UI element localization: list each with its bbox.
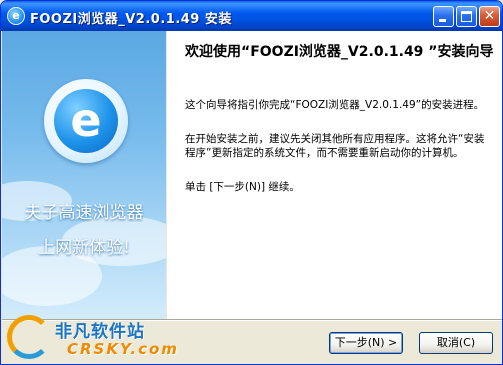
browser-logo: e (44, 79, 128, 163)
close-icon: ✕ (483, 8, 496, 24)
app-icon-letter: e (12, 9, 20, 22)
window-title: FOOZI浏览器_V2.0.1.49 安装 (30, 12, 232, 27)
app-icon: e (7, 7, 25, 25)
browser-logo-letter: e (70, 93, 102, 147)
side-banner: e 夫子高速浏览器 上网新体验! (2, 31, 166, 319)
maximize-icon (461, 11, 472, 22)
minimize-button[interactable] (433, 6, 454, 27)
watermark-cn-text: 非凡软件站 (55, 322, 145, 342)
watermark-en-text: CRSKY.com (67, 340, 179, 358)
cancel-button[interactable]: 取消(C) (419, 332, 493, 354)
crsky-watermark: 非凡软件站 CRSKY.com (7, 313, 177, 363)
installer-window: e FOOZI浏览器_V2.0.1.49 安装 ✕ e 夫子高速浏览器 上网新体… (0, 0, 503, 365)
minimize-icon (439, 19, 446, 22)
next-button[interactable]: 下一步(N) > (329, 332, 403, 354)
welcome-panel: 欢迎使用“FOOZI浏览器_V2.0.1.49 ”安装向导 这个向导将指引你完成… (167, 31, 502, 319)
welcome-heading: 欢迎使用“FOOZI浏览器_V2.0.1.49 ”安装向导 (185, 44, 494, 60)
intro-paragraph: 这个向导将指引你完成“FOOZI浏览器_V2.0.1.49”的安装进程。 (185, 99, 485, 111)
continue-instruction: 单击 [下一步(N)] 继续。 (185, 181, 300, 193)
maximize-button[interactable] (456, 6, 477, 27)
crsky-logo-icon (7, 315, 51, 359)
banner-slogan-1: 夫子高速浏览器 (24, 203, 144, 223)
close-button[interactable]: ✕ (479, 6, 500, 27)
advice-paragraph: 在开始安装之前，建议先关闭其他所有应用程序。这将允许“安装程序”更新指定的系统文… (185, 133, 485, 159)
browser-logo-core: e (54, 89, 118, 153)
title-bar[interactable]: e FOOZI浏览器_V2.0.1.49 安装 ✕ (1, 1, 502, 31)
banner-slogan-2: 上网新体验! (38, 238, 130, 258)
